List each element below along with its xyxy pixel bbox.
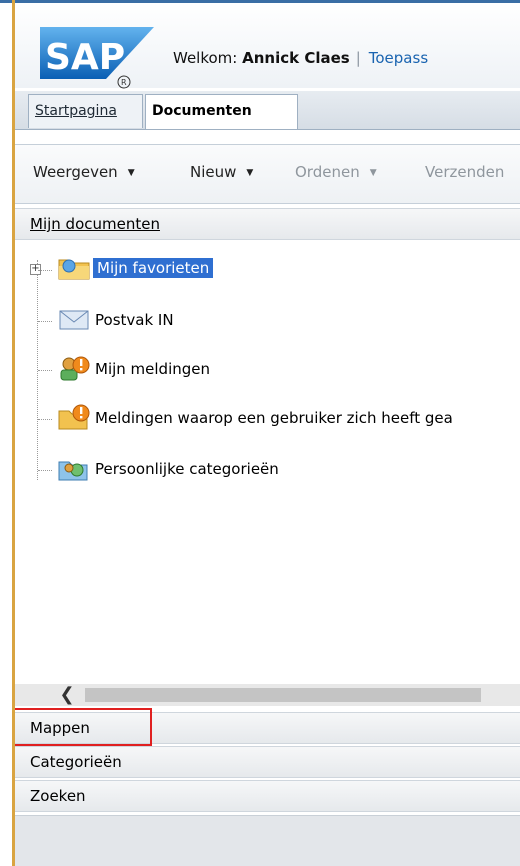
alert-folder-icon [58,404,90,430]
chevron-down-icon: ▼ [246,168,254,178]
tree-node-label[interactable]: Meldingen waarop een gebruiker zich heef… [95,409,453,427]
search-header[interactable]: Zoeken [15,780,520,812]
inbox-envelope-icon [59,310,89,330]
chevron-down-icon: ▼ [369,168,377,178]
chevron-down-icon: ▼ [127,168,135,178]
tree-branch-line [38,470,52,471]
new-menu-button[interactable]: Nieuw ▼ [190,163,253,181]
tree-branch-line [38,321,52,322]
header-separator: | [355,49,361,67]
tree-node-label[interactable]: Postvak IN [95,311,174,329]
send-menu-label: Verzenden [425,163,505,181]
tree-branch-line [38,270,52,271]
new-menu-label: Nieuw [190,163,237,181]
alert-user-icon [60,356,90,381]
app-frame: SAP R Welkom: Annick Claes | Toepass Start… [15,3,520,866]
tree-node-label[interactable]: Mijn meldingen [95,360,210,378]
header: SAP R Welkom: Annick Claes | Toepass [15,3,520,89]
view-menu-button[interactable]: Weergeven ▼ [33,163,135,181]
toolbar: Weergeven ▼ Nieuw ▼ Ordenen ▼ Verzenden [15,144,520,204]
bottom-strip [15,815,520,866]
organize-menu-label: Ordenen [295,163,360,181]
tab-startpagina[interactable]: Startpagina [28,94,143,128]
personal-categories-icon [58,461,88,481]
organize-menu-button[interactable]: Ordenen ▼ [295,163,377,181]
scroll-left-icon[interactable]: ❮ [51,684,83,706]
highlight-annotation [15,708,152,746]
user-name: Annick Claes [242,49,350,67]
folder-star-icon [58,259,90,280]
welcome-prefix: Welkom: [173,49,238,67]
sap-logo-text: SAP [45,37,125,78]
tree-node-label[interactable]: Persoonlijke categorieën [95,460,279,478]
tree-branch-line [38,370,52,371]
tree-node-label[interactable]: Mijn favorieten [93,258,214,278]
tree-branch-line [38,419,52,420]
tab-bar: Startpagina Documenten [15,91,520,130]
send-menu-button[interactable]: Verzenden [425,163,504,181]
documents-tree: + Mijn favorieten Postvak IN Mijn meldin… [15,240,520,680]
sap-logo: SAP R [40,27,154,89]
svg-text:R: R [121,78,127,87]
welcome-line: Welkom: Annick Claes | Toepass [173,49,428,67]
categories-header[interactable]: Categorieën [15,746,520,778]
my-documents-header[interactable]: Mijn documenten [15,208,520,240]
tab-documenten[interactable]: Documenten [145,94,298,129]
scrollbar-thumb[interactable] [85,688,481,702]
horizontal-scrollbar[interactable]: ❮ [15,684,520,706]
view-menu-label: Weergeven [33,163,118,181]
applications-link[interactable]: Toepass [369,49,428,67]
